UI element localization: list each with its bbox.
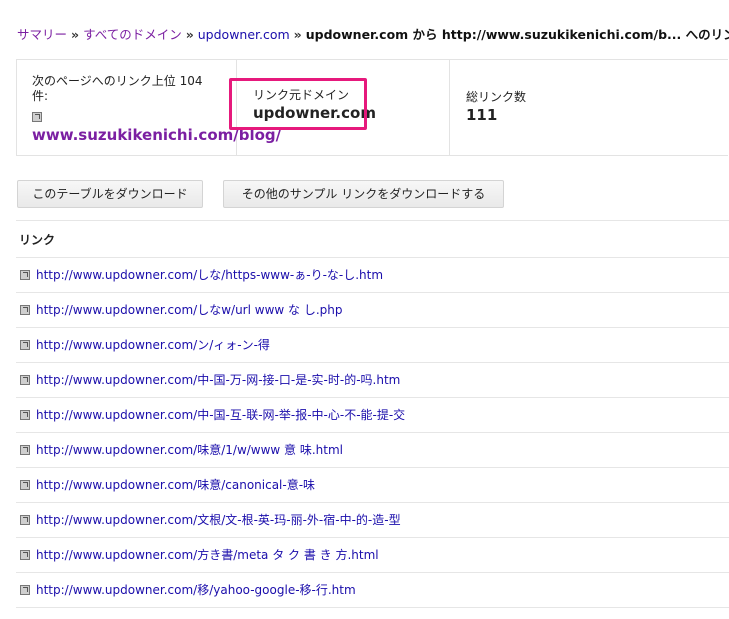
table-row: http://www.updowner.com/しな/https-www-ぁ-り… [16,258,729,293]
link-url[interactable]: http://www.updowner.com/しなw/url www な し.… [36,303,343,317]
total-links-cell: 総リンク数 111 [450,60,729,155]
download-table-button[interactable]: このテーブルをダウンロード [17,180,203,208]
highlight-box [229,78,367,130]
external-link-icon[interactable] [20,410,30,420]
external-link-icon[interactable] [20,340,30,350]
link-url[interactable]: http://www.updowner.com/文根/文-根-英-玛-丽-外-宿… [36,513,401,527]
breadcrumb-all-domains-link[interactable]: すべてのドメイン [83,27,182,42]
breadcrumb-separator: » [293,27,302,42]
external-link-icon[interactable] [20,375,30,385]
table-header: リンク [16,220,729,258]
link-url[interactable]: http://www.updowner.com/中-国-互-联-网-举-报-中-… [36,408,405,422]
external-link-icon[interactable] [20,270,30,280]
table-row: http://www.updowner.com/中-国-万-网-接-口-是-实-… [16,363,729,398]
table-row: http://www.updowner.com/中-国-互-联-网-举-报-中-… [16,398,729,433]
breadcrumb-separator: » [185,27,194,42]
link-url[interactable]: http://www.updowner.com/味意/canonical-意-味 [36,478,315,492]
total-links-label: 総リンク数 [466,90,527,104]
top-page-label: 次のページへのリンク上位 104 件: [32,74,203,103]
external-link-icon[interactable] [20,550,30,560]
external-link-icon[interactable] [20,585,30,595]
link-url[interactable]: http://www.updowner.com/方き書/meta タ ク 書 き… [36,548,379,562]
total-links-value: 111 [466,106,498,124]
breadcrumb-current: updowner.com から http://www.suzukikenichi… [305,27,729,42]
link-url[interactable]: http://www.updowner.com/しな/https-www-ぁ-り… [36,268,383,282]
table-row: http://www.updowner.com/文根/文-根-英-玛-丽-外-宿… [16,503,729,538]
external-link-icon[interactable] [20,445,30,455]
stats-panel: 次のページへのリンク上位 104 件: www.suzukikenichi.co… [16,59,728,156]
link-url[interactable]: http://www.updowner.com/ン/ィォ-ン-得 [36,338,270,352]
download-sample-links-button[interactable]: その他のサンプル リンクをダウンロードする [223,180,504,208]
external-link-icon[interactable] [32,112,42,122]
breadcrumb: サマリー » すべてのドメイン » updowner.com » updowne… [17,26,729,44]
table-row: http://www.updowner.com/方き書/meta タ ク 書 き… [16,538,729,573]
link-url[interactable]: http://www.updowner.com/中-国-万-网-接-口-是-实-… [36,373,400,387]
table-row: http://www.updowner.com/移/yahoo-google-移… [16,573,729,608]
link-url[interactable]: http://www.updowner.com/移/yahoo-google-移… [36,583,356,597]
breadcrumb-separator: » [71,27,80,42]
table-row: http://www.updowner.com/しなw/url www な し.… [16,293,729,328]
table-row: http://www.updowner.com/ン/ィォ-ン-得 [16,328,729,363]
breadcrumb-domain-link[interactable]: updowner.com [198,27,290,42]
top-page-link-wrap: www.suzukikenichi.com/blog/ [32,106,281,145]
top-page-cell: 次のページへのリンク上位 104 件: www.suzukikenichi.co… [17,60,281,155]
links-table: http://www.updowner.com/しな/https-www-ぁ-り… [16,258,729,608]
external-link-icon[interactable] [20,480,30,490]
breadcrumb-summary-link[interactable]: サマリー [17,27,67,42]
link-url[interactable]: http://www.updowner.com/味意/1/w/www 意 味.h… [36,443,343,457]
table-row: http://www.updowner.com/味意/1/w/www 意 味.h… [16,433,729,468]
external-link-icon[interactable] [20,305,30,315]
external-link-icon[interactable] [20,515,30,525]
table-row: http://www.updowner.com/味意/canonical-意-味 [16,468,729,503]
